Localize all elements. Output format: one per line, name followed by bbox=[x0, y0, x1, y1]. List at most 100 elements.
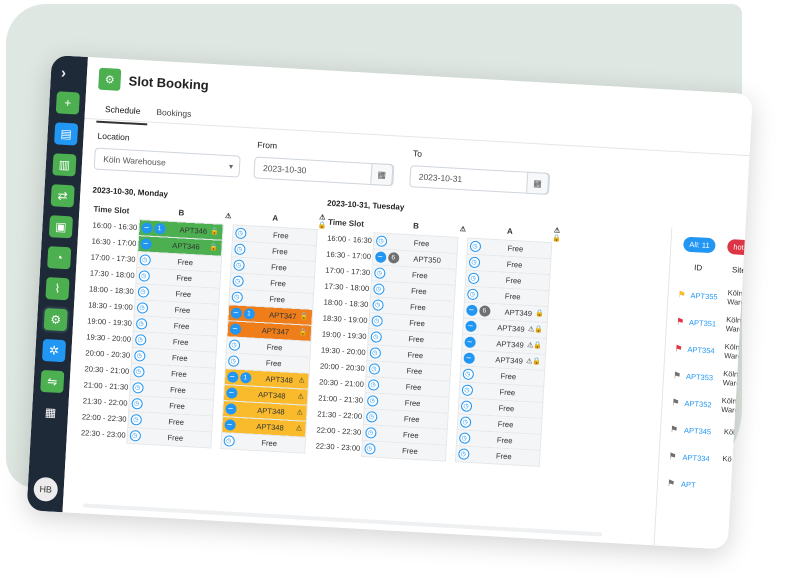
clock-icon[interactable]: ◷ bbox=[375, 234, 387, 247]
slot-booking-icon[interactable]: ⚙ bbox=[43, 307, 68, 332]
slot-cell-text: Free bbox=[507, 243, 524, 254]
minus-circle-icon[interactable]: − bbox=[223, 418, 236, 431]
booking-id-link[interactable]: APT345 bbox=[684, 426, 724, 437]
clock-icon[interactable]: ◷ bbox=[367, 378, 379, 391]
avatar[interactable]: HB bbox=[33, 476, 59, 502]
clock-icon[interactable]: ◷ bbox=[364, 426, 377, 439]
from-date-field[interactable]: 2023-10-30 ▦ bbox=[253, 156, 395, 187]
booking-id-link[interactable]: APT351 bbox=[689, 318, 726, 329]
clock-icon[interactable]: ◷ bbox=[365, 410, 378, 423]
clock-icon[interactable]: ◷ bbox=[138, 269, 150, 282]
minus-circle-icon[interactable]: − bbox=[374, 250, 387, 263]
clock-icon[interactable]: ◷ bbox=[228, 338, 240, 351]
clock-icon[interactable]: ◷ bbox=[469, 240, 481, 252]
clock-icon[interactable]: ◷ bbox=[131, 381, 144, 394]
minus-circle-icon[interactable]: − bbox=[230, 306, 242, 319]
minus-circle-icon[interactable]: − bbox=[229, 322, 241, 335]
clock-icon[interactable]: ◷ bbox=[227, 354, 240, 367]
list-item[interactable]: ⚑ APT355 Köln Warehouse bbox=[668, 282, 753, 313]
clock-icon[interactable]: ◷ bbox=[459, 415, 471, 428]
clock-icon[interactable]: ◷ bbox=[222, 434, 235, 447]
clock-icon[interactable]: ◷ bbox=[371, 298, 384, 311]
clock-icon[interactable]: ◷ bbox=[234, 226, 247, 239]
clock-icon[interactable]: ◷ bbox=[129, 413, 142, 426]
clock-icon[interactable]: ◷ bbox=[135, 317, 147, 330]
filter-pill-hot[interactable]: hot: 2 bbox=[726, 239, 753, 256]
slot-config-icon[interactable]: ▥ bbox=[52, 153, 77, 177]
clock-icon[interactable]: ◷ bbox=[369, 330, 382, 343]
location-select[interactable]: Köln Warehouse ▾ bbox=[93, 147, 241, 178]
clock-icon[interactable]: ◷ bbox=[468, 256, 480, 268]
settings-icon[interactable]: ✲ bbox=[41, 338, 67, 363]
clock-icon[interactable]: ◷ bbox=[372, 282, 385, 295]
clock-icon[interactable]: ◷ bbox=[466, 288, 479, 300]
minus-circle-icon[interactable]: − bbox=[140, 221, 153, 234]
clock-icon[interactable]: ◷ bbox=[457, 447, 470, 460]
attachment-icon[interactable]: ⌇ bbox=[45, 277, 70, 301]
booking-site: Kö bbox=[722, 454, 732, 464]
delivery-icon[interactable]: ⇄ bbox=[50, 184, 75, 208]
clock-icon[interactable]: ◷ bbox=[130, 397, 143, 410]
calendar-icon[interactable]: ▦ bbox=[525, 171, 550, 195]
schedule-icon[interactable]: ◔ bbox=[47, 246, 72, 270]
list-item[interactable]: ⚑ APT bbox=[657, 471, 753, 502]
filter-pill-all[interactable]: All: 11 bbox=[683, 236, 717, 254]
minus-circle-icon[interactable]: − bbox=[463, 335, 476, 348]
clock-icon[interactable]: ◷ bbox=[366, 394, 379, 407]
clock-icon[interactable]: ◷ bbox=[369, 346, 381, 359]
slot-cell-free[interactable]: ◷ Free bbox=[220, 432, 306, 453]
booking-id-link[interactable]: APT352 bbox=[684, 399, 721, 410]
spacer-cell bbox=[547, 306, 558, 323]
booking-id-link[interactable]: APT355 bbox=[690, 291, 727, 302]
minus-circle-icon[interactable]: − bbox=[139, 237, 152, 250]
sliders-icon[interactable]: ⇋ bbox=[40, 369, 65, 394]
clock-icon[interactable]: ◷ bbox=[137, 285, 149, 298]
clock-icon[interactable]: ◷ bbox=[370, 314, 383, 327]
clock-icon[interactable]: ◷ bbox=[134, 333, 147, 346]
flag-icon: ⚑ bbox=[674, 343, 683, 354]
clock-icon[interactable]: ◷ bbox=[458, 431, 471, 444]
booking-id-link[interactable]: APT334 bbox=[682, 453, 722, 464]
clock-icon[interactable]: ◷ bbox=[133, 349, 146, 362]
minus-circle-icon[interactable]: − bbox=[462, 351, 475, 364]
minus-circle-icon[interactable]: − bbox=[226, 370, 239, 383]
plus-icon[interactable]: + bbox=[55, 91, 80, 115]
to-date-field[interactable]: 2023-10-31 ▦ bbox=[409, 165, 551, 195]
booking-id-link[interactable]: APT bbox=[681, 480, 721, 491]
clock-icon[interactable]: ◷ bbox=[138, 253, 151, 266]
clock-icon[interactable]: ◷ bbox=[129, 429, 141, 442]
clock-icon[interactable]: ◷ bbox=[231, 274, 244, 287]
slot-cell-text: Free bbox=[505, 275, 522, 286]
clock-icon[interactable]: ◷ bbox=[467, 272, 480, 284]
day-schedule-tuesday: 2023-10-31, Tuesday Time Slot B ⚠ A ⚠🔒 16:00 … bbox=[313, 199, 563, 467]
clock-icon[interactable]: ◷ bbox=[232, 258, 245, 271]
minus-circle-icon[interactable]: − bbox=[464, 319, 477, 332]
minus-circle-icon[interactable]: − bbox=[465, 304, 478, 316]
clock-icon[interactable]: ◷ bbox=[363, 442, 376, 455]
flag-icon: ⚑ bbox=[666, 478, 676, 489]
minus-circle-icon[interactable]: − bbox=[224, 402, 237, 415]
booking-id-link[interactable]: APT354 bbox=[687, 345, 724, 356]
clock-icon[interactable]: ◷ bbox=[373, 266, 386, 279]
calendar-icon[interactable]: ▦ bbox=[370, 163, 394, 187]
horizontal-scrollbar[interactable] bbox=[82, 503, 603, 537]
warehouse-icon[interactable]: ▤ bbox=[54, 122, 79, 146]
clock-icon[interactable]: ◷ bbox=[460, 399, 472, 412]
slot-cell-free[interactable]: ◷ Free bbox=[454, 445, 540, 466]
clock-icon[interactable]: ◷ bbox=[233, 242, 246, 255]
slot-cell-text: Free bbox=[175, 288, 192, 299]
booking-id-link[interactable]: APT353 bbox=[686, 372, 723, 383]
clock-icon[interactable]: ◷ bbox=[461, 383, 473, 396]
clock-icon[interactable]: ◷ bbox=[368, 362, 380, 375]
slot-cell-free[interactable]: ◷ Free bbox=[361, 439, 446, 461]
chevron-right-icon[interactable]: › bbox=[61, 65, 67, 82]
clock-icon[interactable]: ◷ bbox=[132, 365, 145, 378]
clock-icon[interactable]: ◷ bbox=[136, 301, 148, 314]
truck-icon[interactable]: ▣ bbox=[48, 215, 74, 239]
apps-grid-icon[interactable]: ▦ bbox=[38, 400, 63, 425]
clock-icon[interactable]: ◷ bbox=[462, 367, 474, 380]
minus-circle-icon[interactable]: − bbox=[225, 386, 238, 399]
clock-icon[interactable]: ◷ bbox=[230, 290, 243, 303]
slot-cell-free[interactable]: ◷ Free bbox=[126, 426, 212, 448]
list-item[interactable]: ⚑ APT334 Kö bbox=[659, 444, 753, 475]
